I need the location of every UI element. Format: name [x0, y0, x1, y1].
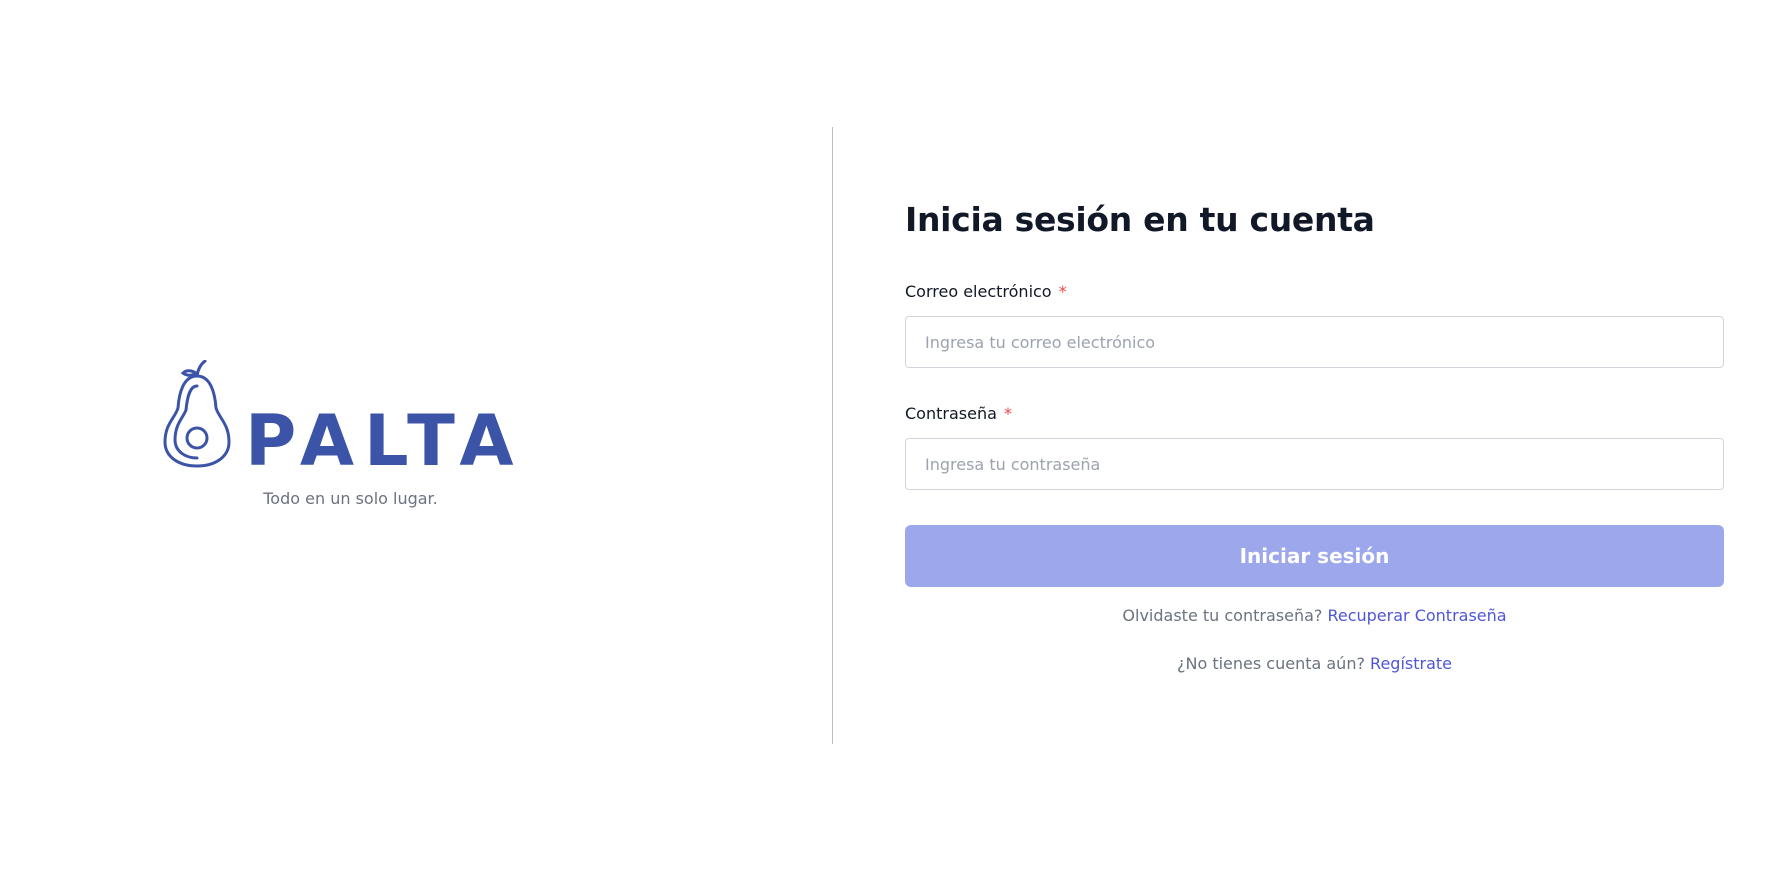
password-label-text: Contraseña	[905, 404, 997, 423]
email-label: Correo electrónico *	[905, 282, 1067, 301]
password-label: Contraseña *	[905, 404, 1012, 423]
email-field[interactable]	[905, 316, 1724, 368]
brand-panel: PALTA Todo en un solo lugar.	[0, 0, 830, 874]
login-page: PALTA Todo en un solo lugar. Inicia sesi…	[0, 0, 1787, 874]
login-form: Inicia sesión en tu cuenta Correo electr…	[905, 0, 1725, 874]
password-required-mark: *	[1003, 404, 1012, 423]
register-row: ¿No tienes cuenta aún? Regístrate	[905, 654, 1724, 673]
logo-wordmark: PALTA	[245, 400, 524, 468]
email-required-mark: *	[1058, 282, 1067, 301]
register-prompt: ¿No tienes cuenta aún?	[1176, 654, 1365, 673]
page-title: Inicia sesión en tu cuenta	[905, 200, 1375, 239]
password-field[interactable]	[905, 438, 1724, 490]
panel-divider	[832, 127, 833, 744]
palta-logo: PALTA	[163, 360, 524, 468]
recover-password-link[interactable]: Recuperar Contraseña	[1327, 606, 1506, 625]
email-label-text: Correo electrónico	[905, 282, 1052, 301]
register-link[interactable]: Regístrate	[1370, 654, 1452, 673]
forgot-password-row: Olvidaste tu contraseña? Recuperar Contr…	[905, 606, 1724, 625]
forgot-password-prompt: Olvidaste tu contraseña?	[1122, 606, 1323, 625]
avocado-icon	[163, 360, 231, 468]
login-button[interactable]: Iniciar sesión	[905, 525, 1724, 587]
brand-tagline: Todo en un solo lugar.	[263, 489, 438, 508]
